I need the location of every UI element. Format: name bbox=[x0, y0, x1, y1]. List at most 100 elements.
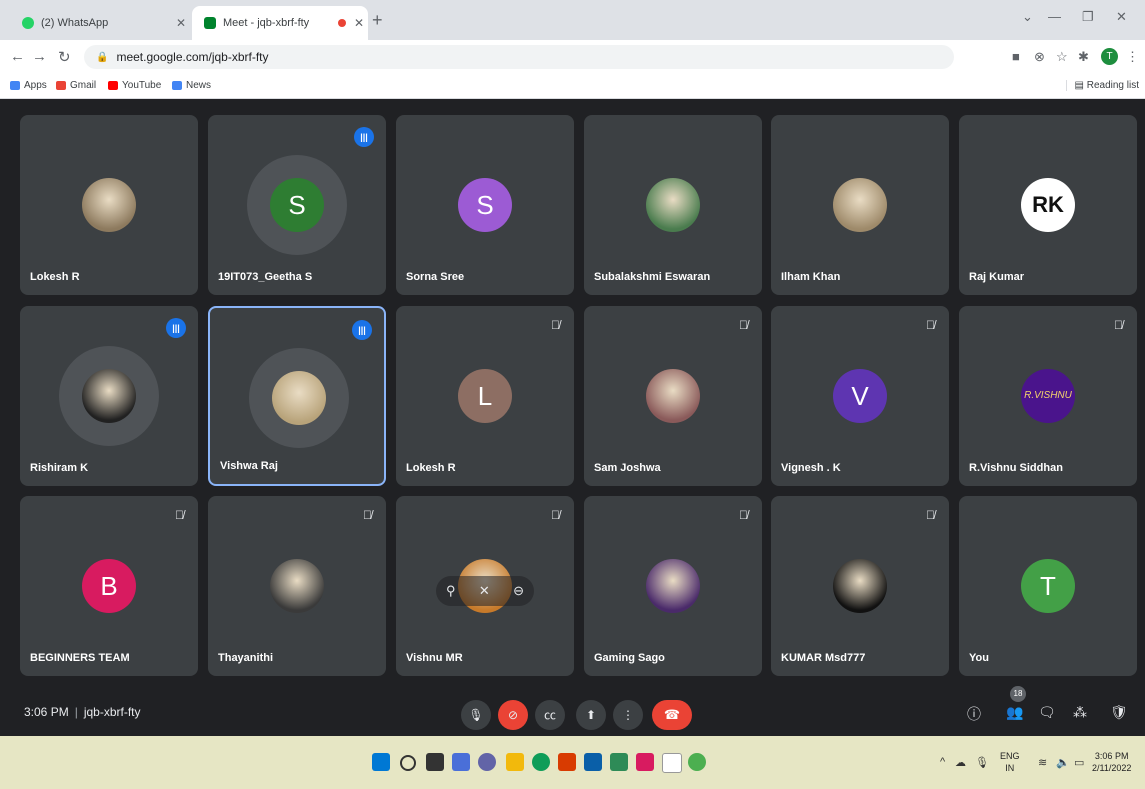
browser-tab-bar: (2) WhatsApp ✕ Meet - jqb-xbrf-fty ✕ + ⌄… bbox=[0, 0, 1145, 40]
close-window-icon[interactable]: ✕ bbox=[1116, 9, 1127, 25]
participant-tile[interactable]: 🎙̸ Gaming Sago bbox=[584, 496, 762, 676]
participant-tile[interactable]: R.VISHNU 🎙̸ R.Vishnu Siddhan bbox=[959, 306, 1137, 486]
more-options-button[interactable]: ⋮ bbox=[613, 700, 643, 730]
participant-tile[interactable]: 🎙̸ Sam Joshwa bbox=[584, 306, 762, 486]
store-icon[interactable] bbox=[610, 753, 628, 771]
region-code: IN bbox=[1005, 763, 1015, 773]
participant-tile[interactable]: 🎙̸ ⚲ ✕ ⊖ Vishnu MR bbox=[396, 496, 574, 676]
volume-icon[interactable]: 🔈 bbox=[1056, 756, 1070, 769]
new-tab-icon[interactable]: + bbox=[372, 10, 383, 31]
participant-name: Vishnu MR bbox=[406, 652, 463, 664]
participant-tile[interactable]: 🎙̸ Thayanithi bbox=[208, 496, 386, 676]
participant-tile[interactable]: RK Raj Kumar bbox=[959, 115, 1137, 295]
restore-icon[interactable]: ❐ bbox=[1082, 9, 1094, 25]
address-bar[interactable]: 🔒 meet.google.com/jqb-xbrf-fty bbox=[84, 45, 954, 69]
bookmark-label: Apps bbox=[24, 80, 47, 91]
bookmark-youtube[interactable]: YouTube bbox=[108, 80, 161, 91]
camera-in-use-icon[interactable]: ■ bbox=[1012, 49, 1020, 64]
mcafee-icon[interactable] bbox=[636, 753, 654, 771]
tab-whatsapp[interactable]: (2) WhatsApp ✕ bbox=[10, 6, 190, 40]
participant-tile[interactable]: Subalakshmi Eswaran bbox=[584, 115, 762, 295]
microphone-button[interactable]: 🎙 bbox=[461, 700, 491, 730]
people-icon[interactable]: 👥 bbox=[1006, 704, 1023, 721]
camera-off-button[interactable]: ⊘ bbox=[498, 700, 528, 730]
chrome-icon[interactable] bbox=[688, 753, 706, 771]
language-indicator[interactable]: ENG IN bbox=[1000, 750, 1020, 774]
windows-taskbar: ^ ☁ 🎙 ENG IN ≋ 🔈 ▭ 3:06 PM 2/11/2022 bbox=[0, 736, 1145, 789]
tab-meet[interactable]: Meet - jqb-xbrf-fty ✕ bbox=[192, 6, 368, 40]
close-tab-icon[interactable]: ✕ bbox=[350, 16, 368, 30]
reading-list-button[interactable]: ▤ Reading list bbox=[1065, 80, 1139, 91]
host-controls-icon[interactable]: 🛡 bbox=[1110, 704, 1128, 721]
participant-tile[interactable]: 🎙̸ KUMAR Msd777 bbox=[771, 496, 949, 676]
wifi-icon[interactable]: ≋ bbox=[1038, 756, 1047, 769]
reload-icon[interactable]: ↻ bbox=[58, 48, 71, 66]
mic-in-use-icon[interactable]: 🎙 bbox=[975, 756, 989, 769]
search-icon[interactable] bbox=[400, 755, 416, 771]
bookmark-label: News bbox=[186, 80, 212, 91]
close-tab-icon[interactable]: ✕ bbox=[172, 16, 190, 30]
participant-tile[interactable]: L 🎙̸ Lokesh R bbox=[396, 306, 574, 486]
battery-icon[interactable]: ▭ bbox=[1074, 756, 1084, 769]
browser-menu-icon[interactable]: ⋮ bbox=[1126, 49, 1139, 65]
meeting-info-icon[interactable]: ⓘ bbox=[967, 704, 981, 724]
participant-avatar bbox=[82, 178, 136, 232]
bookmark-star-icon[interactable]: ☆ bbox=[1056, 49, 1068, 65]
chat-icon[interactable]: 🗨 bbox=[1038, 704, 1056, 721]
bookmark-news[interactable]: News bbox=[172, 80, 211, 91]
system-clock[interactable]: 3:06 PM 2/11/2022 bbox=[1092, 750, 1131, 774]
extensions-icon[interactable]: ✱ bbox=[1078, 49, 1089, 65]
participant-avatar: S bbox=[458, 178, 512, 232]
captions-icon: ㏄ bbox=[543, 708, 556, 722]
tab-search-icon[interactable]: ⌄ bbox=[1022, 9, 1033, 25]
clock-date: 2/11/2022 bbox=[1092, 763, 1132, 773]
profile-avatar[interactable]: T bbox=[1101, 48, 1118, 65]
task-view-icon[interactable] bbox=[426, 753, 444, 771]
minimize-icon[interactable]: — bbox=[1048, 9, 1061, 24]
muted-mic-icon: 🎙̸ bbox=[926, 508, 935, 522]
file-explorer-icon[interactable] bbox=[506, 753, 524, 771]
tray-chevron-icon[interactable]: ^ bbox=[940, 756, 945, 768]
participant-name: R.Vishnu Siddhan bbox=[969, 462, 1063, 474]
participant-name: Gaming Sago bbox=[594, 652, 665, 664]
present-button[interactable]: ⬆ bbox=[576, 700, 606, 730]
recording-indicator-icon bbox=[338, 19, 346, 27]
meet-icon bbox=[204, 17, 216, 29]
participant-tile[interactable]: ||| Vishwa Raj bbox=[208, 306, 386, 486]
mail-icon[interactable] bbox=[584, 753, 602, 771]
participant-avatar: RK bbox=[1021, 178, 1075, 232]
mute-participant-icon[interactable]: ✕ bbox=[479, 583, 490, 599]
remove-icon[interactable]: ⊖ bbox=[513, 583, 524, 599]
speaking-indicator-icon: ||| bbox=[354, 127, 374, 147]
participant-avatar bbox=[646, 178, 700, 232]
back-icon[interactable]: ← bbox=[10, 48, 25, 65]
meeting-code: jqb-xbrf-fty bbox=[83, 705, 141, 719]
leave-call-button[interactable]: ☎ bbox=[652, 700, 692, 730]
participant-tile[interactable]: Ilham Khan bbox=[771, 115, 949, 295]
participant-tile[interactable]: S Sorna Sree bbox=[396, 115, 574, 295]
participant-name: Lokesh R bbox=[406, 462, 456, 474]
pin-icon[interactable]: ⚲ bbox=[446, 583, 456, 599]
share-icon[interactable]: ⊗ bbox=[1034, 49, 1045, 65]
bookmark-apps[interactable]: Apps bbox=[10, 80, 47, 91]
participant-name: BEGINNERS TEAM bbox=[30, 652, 130, 664]
office-icon[interactable] bbox=[558, 753, 576, 771]
forward-icon[interactable]: → bbox=[32, 48, 47, 65]
participant-avatar bbox=[646, 369, 700, 423]
bookmark-gmail[interactable]: Gmail bbox=[56, 80, 96, 91]
edge-icon[interactable] bbox=[532, 753, 550, 771]
meeting-time: 3:06 PM bbox=[24, 705, 69, 719]
participant-tile[interactable]: Lokesh R bbox=[20, 115, 198, 295]
teams-chat-icon[interactable] bbox=[478, 753, 496, 771]
widgets-icon[interactable] bbox=[452, 753, 470, 771]
word-icon[interactable] bbox=[662, 753, 682, 773]
activities-icon[interactable]: ⁂ bbox=[1073, 704, 1087, 721]
captions-button[interactable]: ㏄ bbox=[535, 700, 565, 730]
start-icon[interactable] bbox=[372, 753, 390, 771]
participant-tile[interactable]: T You bbox=[959, 496, 1137, 676]
onedrive-icon[interactable]: ☁ bbox=[955, 756, 966, 769]
participant-tile[interactable]: V 🎙̸ Vignesh . K bbox=[771, 306, 949, 486]
participant-tile[interactable]: S ||| 19IT073_Geetha S bbox=[208, 115, 386, 295]
participant-tile[interactable]: ||| Rishiram K bbox=[20, 306, 198, 486]
participant-tile[interactable]: B 🎙̸ BEGINNERS TEAM bbox=[20, 496, 198, 676]
